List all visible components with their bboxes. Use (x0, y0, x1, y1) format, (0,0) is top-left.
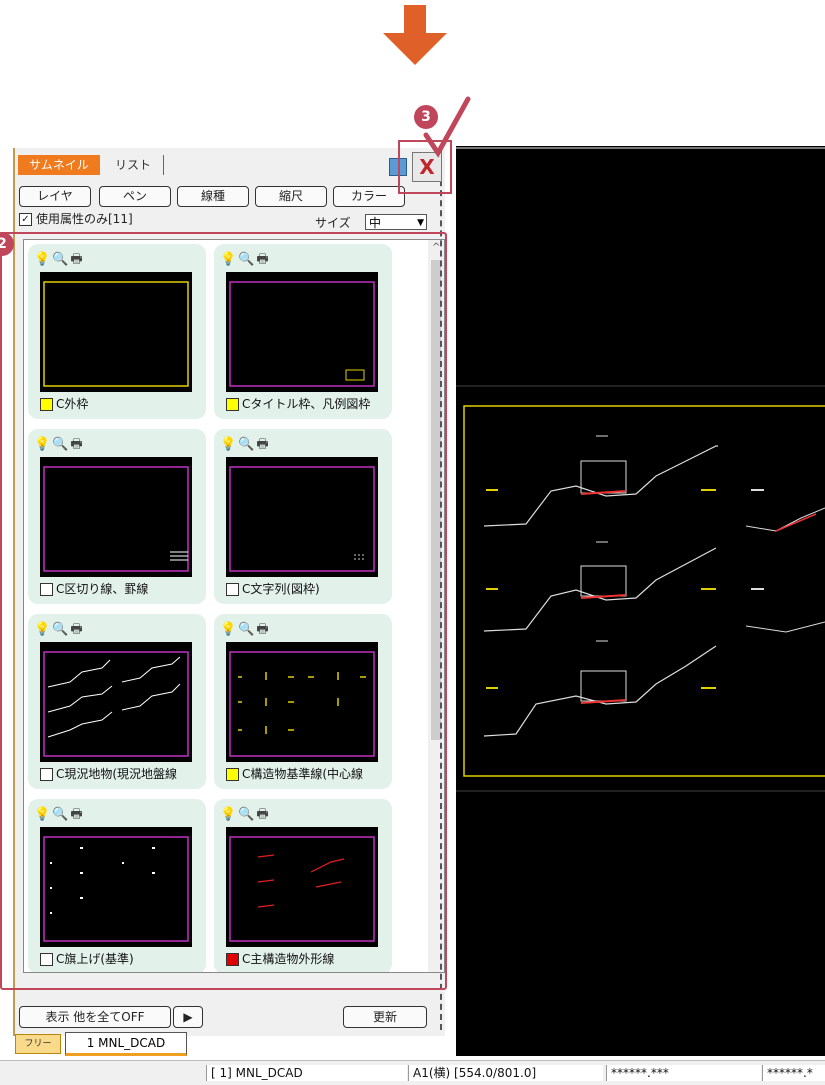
tab-thumbnail[interactable]: サムネイル (18, 155, 100, 175)
status-bar: [ 1] MNL_DCAD A1(横) [554.0/801.0] ******… (0, 1060, 825, 1085)
used-only-label: 使用属性のみ[11] (36, 212, 133, 226)
down-arrow-icon (383, 5, 447, 65)
cad-canvas[interactable] (456, 146, 825, 1056)
category-button-layer[interactable]: レイヤ (19, 186, 91, 207)
cross-section-2 (483, 541, 825, 633)
category-button-linetype[interactable]: 線種 (177, 186, 249, 207)
status-coord-y: ******.* (762, 1065, 825, 1081)
category-button-scale[interactable]: 縮尺 (255, 186, 327, 207)
cross-section-1 (483, 435, 825, 532)
status-paper: A1(横) [554.0/801.0] (408, 1065, 603, 1081)
tab-document[interactable]: 1 MNL_DCAD (65, 1032, 187, 1056)
cross-section-3 (483, 640, 717, 737)
category-button-pen[interactable]: ペン (99, 186, 171, 207)
tab-list[interactable]: リスト (103, 155, 164, 175)
play-icon[interactable]: ▶ (173, 1006, 203, 1028)
used-only-checkbox[interactable]: ✓ (19, 213, 32, 226)
size-value: 中 (369, 216, 382, 230)
checkmark-icon (423, 96, 471, 158)
category-button-color[interactable]: カラー (333, 186, 405, 207)
callout-frame-2 (0, 232, 447, 990)
show-others-off-button[interactable]: 表示 他を全てOFF (19, 1006, 171, 1028)
cad-drawing (456, 147, 825, 792)
tab-free[interactable]: フリー (15, 1034, 61, 1054)
refresh-button[interactable]: 更新 (343, 1006, 427, 1028)
status-layer: [ 1] MNL_DCAD (206, 1065, 407, 1081)
size-label: サイズ (315, 216, 351, 230)
size-select[interactable]: 中 ▼ (365, 214, 427, 230)
status-coord-x: ******.*** (606, 1065, 761, 1081)
used-only-checkbox-row[interactable]: ✓ 使用属性のみ[11] (19, 210, 133, 227)
chevron-down-icon: ▼ (417, 218, 424, 228)
